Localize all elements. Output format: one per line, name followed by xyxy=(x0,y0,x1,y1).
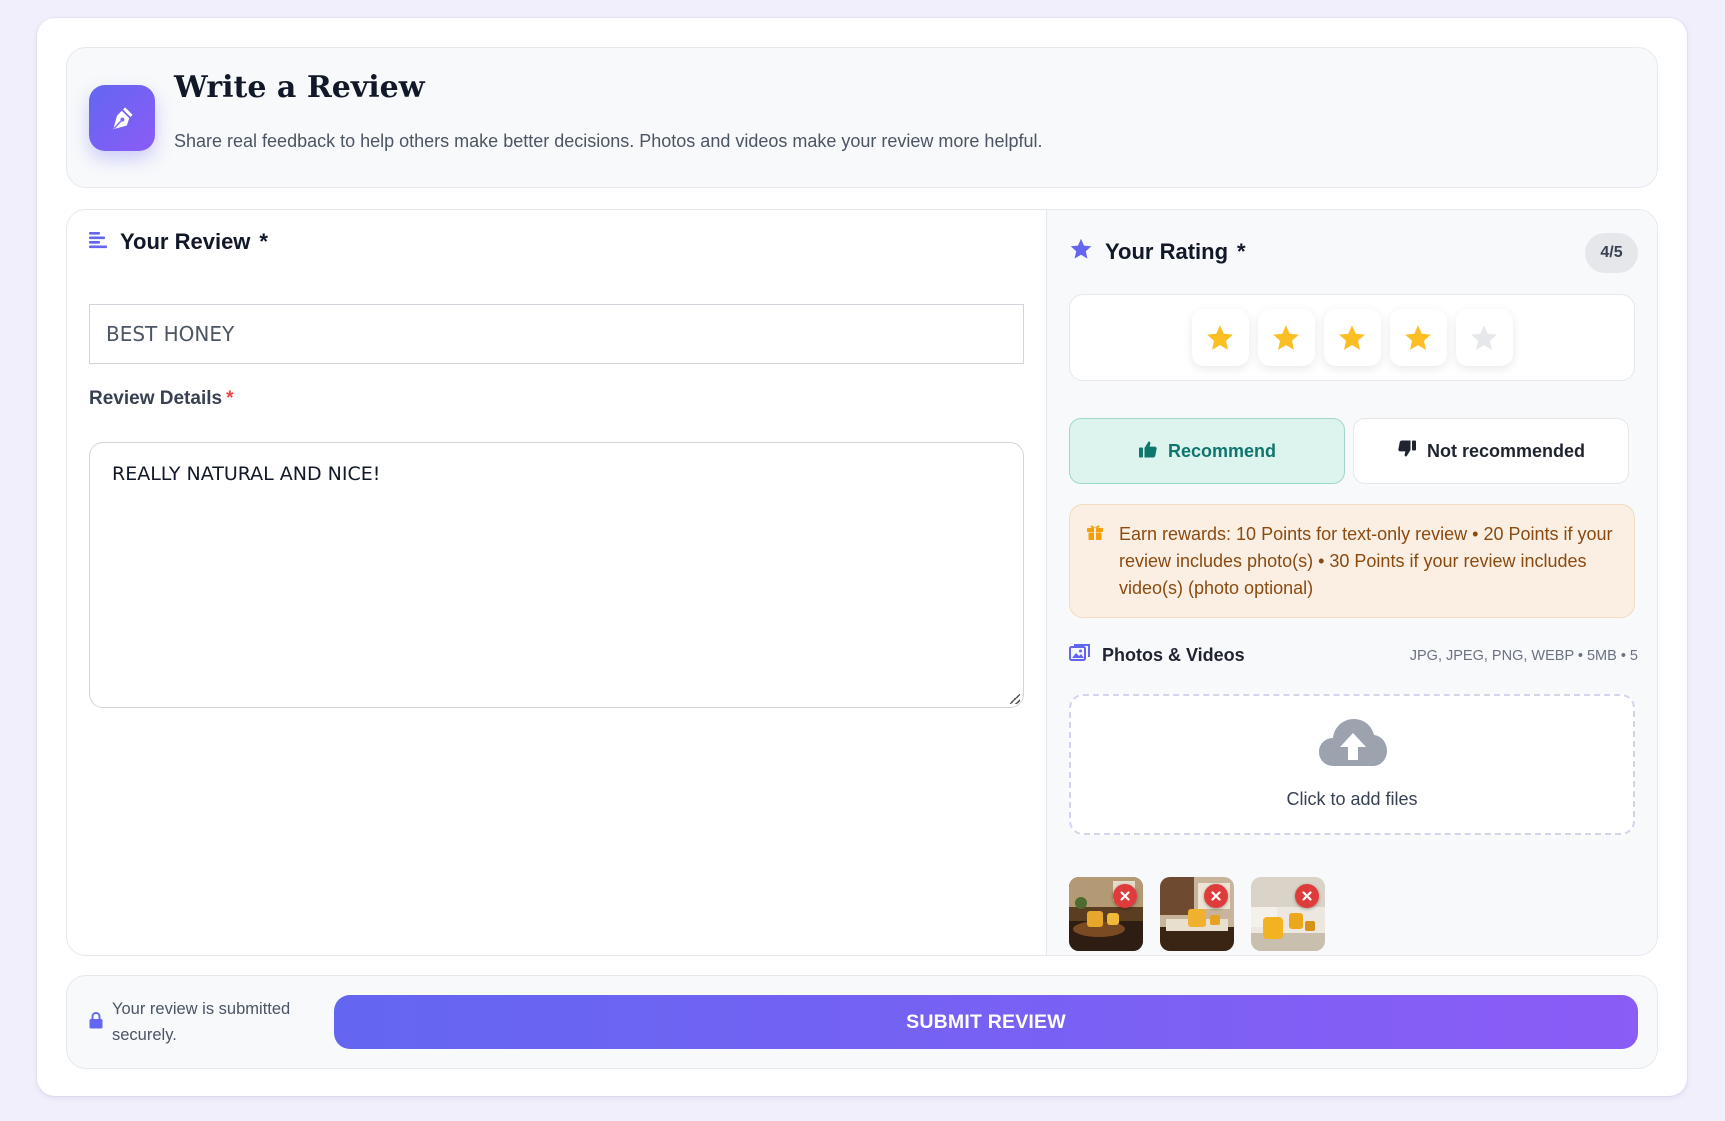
photo-video-icon xyxy=(1069,643,1091,668)
star-icon xyxy=(1471,324,1497,350)
text-align-icon xyxy=(89,229,107,255)
review-header: Write a Review Share real feedback to he… xyxy=(66,47,1658,188)
rewards-notice: Earn rewards: 10 Points for text-only re… xyxy=(1069,504,1635,618)
review-footer: Your review is submitted securely. SUBMI… xyxy=(66,975,1658,1069)
remove-photo-button[interactable] xyxy=(1204,884,1228,908)
your-review-label: Your Review xyxy=(120,229,251,254)
star-icon xyxy=(1273,324,1299,350)
not-recommended-button[interactable]: Not recommended xyxy=(1353,418,1629,484)
submit-review-button[interactable]: SUBMIT REVIEW xyxy=(334,995,1638,1049)
star-button-2[interactable] xyxy=(1257,309,1315,366)
review-text-panel: Your Review * BEST HONEY Review Details *… xyxy=(67,210,1046,955)
gift-icon xyxy=(1086,523,1104,546)
pen-icon xyxy=(89,85,155,151)
review-details-heading: Review Details * xyxy=(89,388,233,410)
close-icon xyxy=(1302,891,1312,901)
secure-notice: Your review is submitted securely. xyxy=(89,996,302,1048)
photo-thumbnail[interactable] xyxy=(1251,877,1325,951)
star-icon xyxy=(1207,324,1233,350)
page-subtitle: Share real feedback to help others make … xyxy=(174,131,1043,151)
required-mark: * xyxy=(226,388,234,409)
star-rating xyxy=(1069,294,1635,381)
required-mark: * xyxy=(259,229,268,254)
star-button-4[interactable] xyxy=(1389,309,1447,366)
review-title-input[interactable]: BEST HONEY xyxy=(89,304,1024,364)
review-card: Write a Review Share real feedback to he… xyxy=(37,18,1687,1096)
secure-text: Your review is submitted securely. xyxy=(112,1000,291,1044)
remove-photo-button[interactable] xyxy=(1295,884,1319,908)
star-icon xyxy=(1339,324,1365,350)
rating-media-panel: Your Rating * 4/5 Recommend Not recommen… xyxy=(1046,210,1657,955)
star-button-5[interactable] xyxy=(1455,309,1513,366)
star-button-1[interactable] xyxy=(1191,309,1249,366)
star-button-3[interactable] xyxy=(1323,309,1381,366)
star-icon xyxy=(1405,324,1431,350)
recommend-label: Recommend xyxy=(1167,440,1277,461)
photo-thumbnail[interactable] xyxy=(1160,877,1234,951)
remove-photo-button[interactable] xyxy=(1113,884,1137,908)
media-thumbnails xyxy=(1069,877,1325,951)
not-recommended-label: Not recommended xyxy=(1426,440,1586,461)
close-icon xyxy=(1211,891,1221,901)
cloud-upload-icon xyxy=(1318,716,1388,773)
resize-handle[interactable] xyxy=(1010,694,1020,704)
photo-thumbnail[interactable] xyxy=(1069,877,1143,951)
photos-videos-label: Photos & Videos xyxy=(1102,645,1245,665)
recommend-button[interactable]: Recommend xyxy=(1069,418,1345,484)
review-details-label: Review Details xyxy=(89,388,223,409)
review-details-textarea[interactable]: REALLY NATURAL AND NICE! xyxy=(89,442,1024,708)
file-upload-dropzone[interactable]: Click to add files xyxy=(1069,694,1635,835)
your-review-heading: Your Review * xyxy=(89,229,268,255)
rating-badge: 4/5 xyxy=(1585,233,1638,273)
rewards-text: Earn rewards: 10 Points for text-only re… xyxy=(1119,524,1613,598)
required-mark: * xyxy=(1237,239,1246,264)
thumbs-down-icon xyxy=(1397,439,1417,464)
page-title: Write a Review xyxy=(174,70,425,105)
review-form: Your Review * BEST HONEY Review Details *… xyxy=(66,209,1658,956)
close-icon xyxy=(1120,891,1130,901)
review-details-text: REALLY NATURAL AND NICE! xyxy=(112,463,381,485)
upload-label: Click to add files xyxy=(1286,789,1418,809)
file-format-hint: JPG, JPEG, PNG, WEBP • 5MB • 5 xyxy=(1409,648,1638,664)
star-icon xyxy=(1069,237,1093,267)
photos-videos-heading: Photos & Videos xyxy=(1069,643,1245,668)
your-rating-label: Your Rating xyxy=(1105,239,1229,264)
your-rating-heading: Your Rating * xyxy=(1069,237,1246,267)
thumbs-up-icon xyxy=(1138,439,1158,464)
lock-icon xyxy=(89,1011,103,1034)
